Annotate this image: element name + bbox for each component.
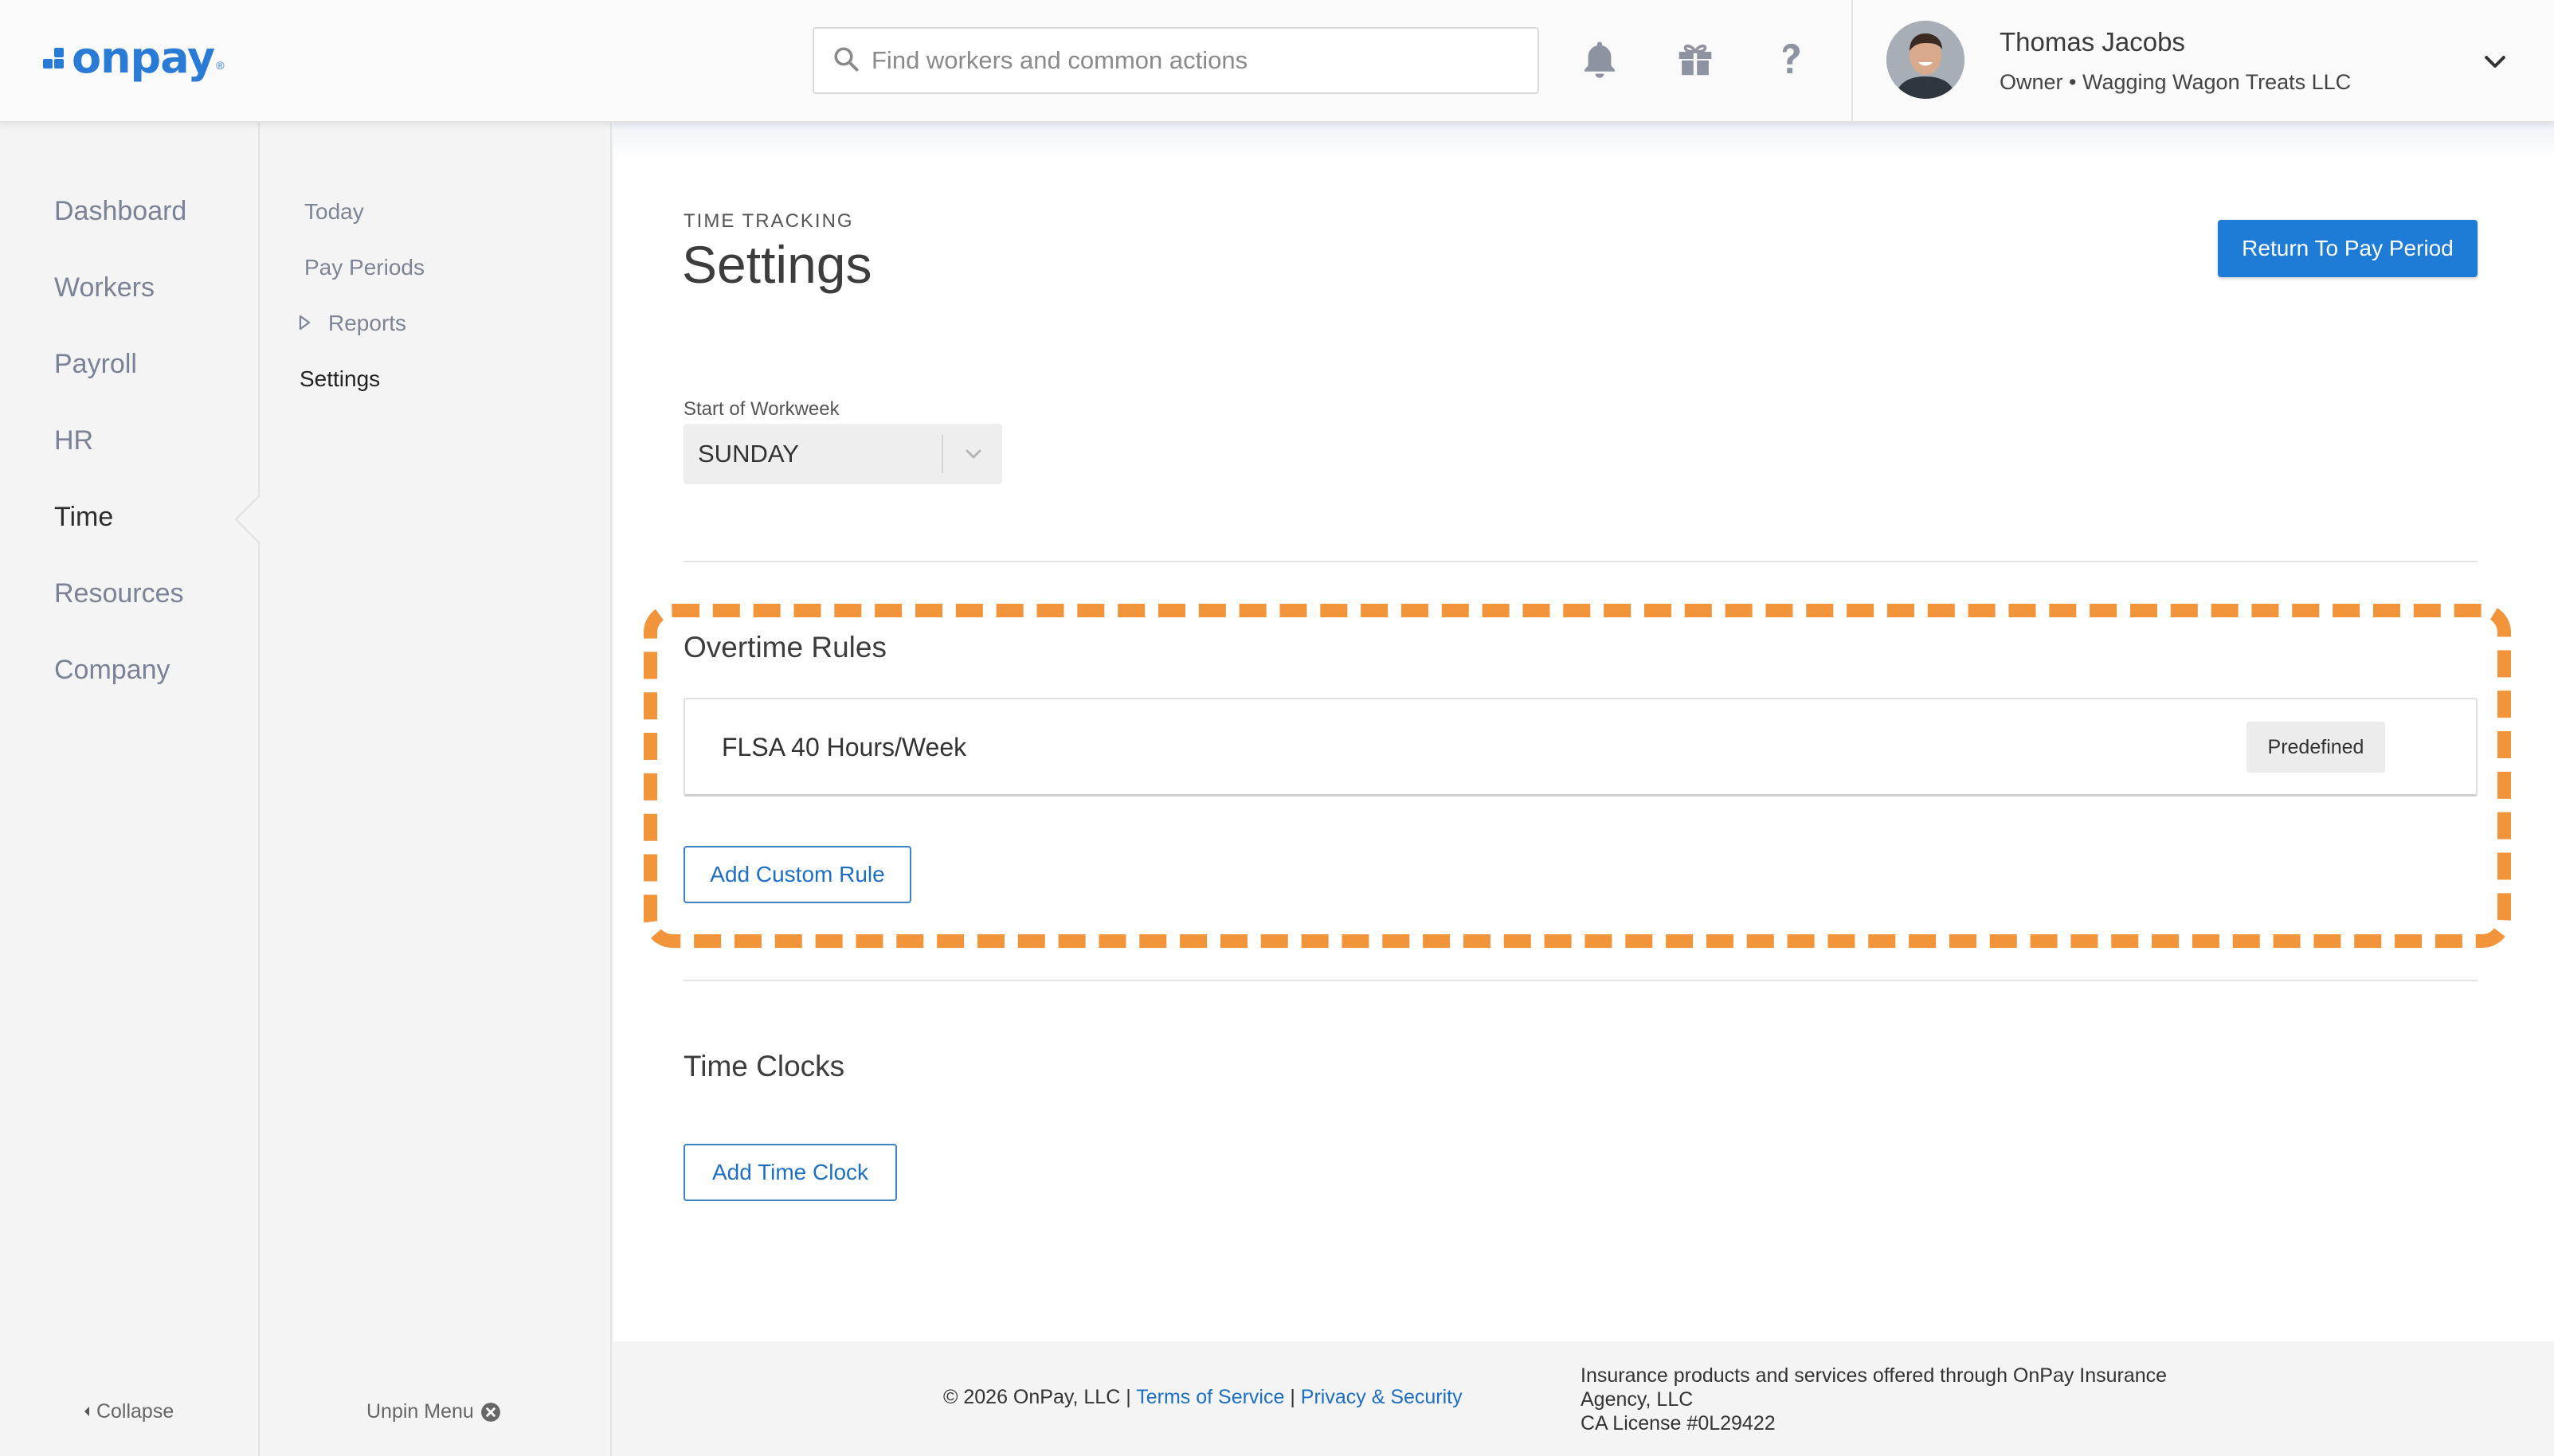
insurance-disclosure: Insurance products and services offered … [1581, 1364, 2202, 1435]
logo-registered-mark: ® [216, 59, 225, 72]
unpin-menu-label: Unpin Menu [366, 1400, 474, 1423]
gift-icon [1674, 37, 1717, 84]
footer: © 2026 OnPay, LLC | Terms of Service | P… [613, 1341, 2554, 1456]
overtime-rule-name: FLSA 40 Hours/Week [722, 733, 967, 761]
return-to-pay-period-button[interactable]: Return To Pay Period [2218, 220, 2478, 277]
secondary-nav: Today Pay Periods Reports Settings Unpin… [261, 123, 612, 1456]
license-number: CA License #0L29422 [1581, 1412, 1776, 1434]
page-title: Settings [682, 235, 872, 294]
collapse-label: Collapse [96, 1400, 174, 1423]
close-circle-icon [480, 1402, 501, 1423]
user-divider [1851, 0, 1853, 121]
main-content: TIME TRACKING Settings Return To Pay Per… [613, 123, 2554, 1341]
nav-item-company[interactable]: Company [54, 655, 170, 686]
workweek-label: Start of Workweek [684, 398, 840, 420]
divider [684, 980, 2478, 981]
search-icon [832, 45, 860, 77]
account-menu-toggle[interactable] [2479, 46, 2511, 78]
predefined-badge: Predefined [2247, 722, 2385, 773]
insurance-line-1: Insurance products and services offered … [1581, 1364, 2168, 1387]
time-clocks-title: Time Clocks [684, 1050, 845, 1082]
nav-item-payroll[interactable]: Payroll [54, 349, 137, 380]
footer-separator: | [1126, 1386, 1131, 1408]
chevron-down-icon [2479, 56, 2511, 81]
rewards-button[interactable] [1670, 35, 1721, 86]
subnav-item-pay-periods[interactable]: Pay Periods [304, 255, 425, 280]
add-time-clock-button[interactable]: Add Time Clock [684, 1144, 897, 1201]
privacy-security-link[interactable]: Privacy & Security [1301, 1386, 1463, 1408]
logo-mark [43, 41, 69, 73]
search-input[interactable] [872, 46, 1525, 75]
copyright-text: © 2026 OnPay, LLC [943, 1386, 1121, 1408]
header-shadow [613, 123, 2554, 159]
search-box[interactable] [813, 27, 1539, 94]
add-custom-rule-button[interactable]: Add Custom Rule [684, 846, 911, 903]
primary-nav: Dashboard Workers Payroll HR Time Resour… [0, 123, 260, 1456]
insurance-line-2: Agency, LLC [1581, 1388, 1694, 1411]
overtime-rule-row[interactable]: FLSA 40 Hours/Week Predefined [684, 698, 2478, 796]
footer-copyright-line: © 2026 OnPay, LLC | Terms of Service | P… [943, 1386, 1463, 1409]
nav-item-time[interactable]: Time [54, 502, 113, 533]
section-eyebrow: TIME TRACKING [684, 210, 854, 232]
overtime-rules-title: Overtime Rules [684, 631, 887, 663]
caret-right-icon[interactable] [298, 314, 312, 331]
caret-left-icon [83, 1400, 96, 1423]
nav-item-hr[interactable]: HR [54, 425, 93, 456]
top-bar: onpay ® Thomas Jacobs Owner • Waggi [0, 0, 2554, 123]
select-separator [942, 435, 943, 473]
notifications-button[interactable] [1574, 35, 1625, 86]
subnav-item-settings[interactable]: Settings [300, 366, 380, 392]
bell-icon [1578, 37, 1621, 84]
help-button[interactable] [1765, 35, 1816, 86]
chevron-down-icon [961, 441, 986, 467]
user-role-company: Owner • Wagging Wagon Treats LLC [2000, 70, 2352, 94]
active-nav-pointer [234, 491, 263, 547]
divider [684, 561, 2478, 562]
onpay-logo[interactable]: onpay ® [43, 32, 225, 83]
nav-item-dashboard[interactable]: Dashboard [54, 196, 186, 227]
terms-of-service-link[interactable]: Terms of Service [1136, 1386, 1284, 1408]
nav-item-resources[interactable]: Resources [54, 578, 184, 609]
user-name: Thomas Jacobs [2000, 27, 2185, 57]
subnav-item-today[interactable]: Today [304, 199, 364, 225]
workweek-value: SUNDAY [698, 440, 799, 468]
nav-item-workers[interactable]: Workers [54, 272, 155, 303]
logo-wordmark: onpay [72, 32, 215, 83]
footer-separator: | [1290, 1386, 1295, 1408]
collapse-button[interactable]: Collapse [83, 1400, 174, 1423]
avatar[interactable] [1886, 21, 1964, 99]
unpin-menu-button[interactable]: Unpin Menu [366, 1400, 501, 1423]
subnav-item-reports[interactable]: Reports [328, 311, 406, 336]
workweek-select[interactable]: SUNDAY [684, 424, 1002, 484]
help-icon [1769, 37, 1812, 84]
